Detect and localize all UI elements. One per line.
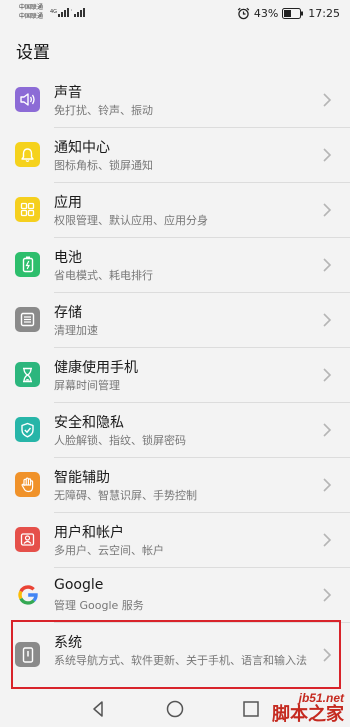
settings-item-subtitle: 多用户、云空间、帐户 (54, 544, 164, 557)
chevron-right-icon (323, 368, 332, 382)
page-title: 设置 (16, 43, 50, 63)
settings-item-digital-balance[interactable]: 健康使用手机 屏幕时间管理 (0, 348, 350, 403)
settings-item-title: 智能辅助 (54, 470, 110, 486)
hand-icon (15, 472, 40, 497)
status-bar: 中国联通 中国联通 4G ⁱ 43% 17:25 (0, 0, 350, 28)
chevron-right-icon (323, 478, 332, 492)
chevron-right-icon (323, 423, 332, 437)
phone-icon (15, 642, 40, 667)
settings-item-subtitle: 屏幕时间管理 (54, 379, 120, 392)
alarm-icon (237, 7, 250, 19)
settings-item-title: 应用 (54, 195, 82, 211)
settings-item-users[interactable]: 用户和帐户 多用户、云空间、帐户 (0, 513, 350, 568)
watermark: jb51.net 脚本之家 (272, 692, 344, 725)
speaker-icon (15, 87, 40, 112)
status-right: 43% 17:25 (237, 6, 340, 20)
settings-item-subtitle: 人脸解锁、指纹、锁屏密码 (54, 434, 186, 447)
recents-button[interactable] (241, 699, 261, 719)
settings-item-title: 用户和帐户 (54, 525, 124, 541)
google-icon (15, 582, 40, 607)
grid-icon (15, 197, 40, 222)
settings-item-subtitle: 无障碍、智慧识屏、手势控制 (54, 489, 197, 502)
settings-item-title: 健康使用手机 (54, 360, 138, 376)
settings-item-subtitle: 权限管理、默认应用、应用分身 (54, 214, 208, 227)
chevron-right-icon (323, 313, 332, 327)
settings-item-subtitle: 图标角标、锁屏通知 (54, 159, 153, 172)
settings-list: 声音 免打扰、铃声、振动 通知中心 图标角标、锁屏通知 应用 权限管理、默认应用… (0, 73, 350, 689)
svg-text:ⁱ: ⁱ (71, 9, 72, 15)
shield-icon (15, 417, 40, 442)
settings-item-subtitle: 系统导航方式、软件更新、关于手机、语言和输入法 (54, 654, 307, 667)
settings-item-title: 系统 (54, 635, 82, 651)
back-button[interactable] (89, 699, 109, 719)
settings-item-title: Google (54, 577, 104, 593)
chevron-right-icon (323, 648, 332, 662)
settings-item-title: 电池 (54, 250, 82, 266)
settings-item-apps[interactable]: 应用 权限管理、默认应用、应用分身 (0, 183, 350, 238)
chevron-right-icon (323, 148, 332, 162)
battery-status-icon (282, 7, 304, 19)
settings-item-battery[interactable]: 电池 省电模式、耗电排行 (0, 238, 350, 293)
settings-item-accessibility[interactable]: 智能辅助 无障碍、智慧识屏、手势控制 (0, 458, 350, 513)
battery-icon (15, 252, 40, 277)
settings-item-title: 通知中心 (54, 140, 110, 156)
carrier-labels: 中国联通 中国联通 (19, 3, 43, 21)
carrier-label-1: 中国联通 (19, 4, 44, 11)
settings-item-security[interactable]: 安全和隐私 人脸解锁、指纹、锁屏密码 (0, 403, 350, 458)
bell-icon (15, 142, 40, 167)
settings-item-subtitle: 管理 Google 服务 (54, 599, 144, 612)
settings-item-title: 声音 (54, 85, 82, 101)
settings-item-notifications[interactable]: 通知中心 图标角标、锁屏通知 (0, 128, 350, 183)
settings-item-google[interactable]: Google 管理 Google 服务 (0, 568, 350, 623)
settings-item-sound[interactable]: 声音 免打扰、铃声、振动 (0, 73, 350, 128)
storage-icon (15, 307, 40, 332)
chevron-right-icon (323, 533, 332, 547)
chevron-right-icon (323, 93, 332, 107)
signal-icon: 4G ⁱ (50, 8, 85, 17)
watermark-name: 脚本之家 (272, 704, 344, 725)
status-time: 17:25 (308, 6, 340, 20)
battery-percent: 43% (253, 6, 279, 20)
settings-item-system[interactable]: 系统 系统导航方式、软件更新、关于手机、语言和输入法 (0, 623, 350, 689)
settings-item-title: 安全和隐私 (54, 415, 124, 431)
home-button[interactable] (165, 699, 185, 719)
chevron-right-icon (323, 588, 332, 602)
settings-item-subtitle: 免打扰、铃声、振动 (54, 104, 153, 117)
svg-text:4G: 4G (50, 9, 57, 15)
chevron-right-icon (323, 258, 332, 272)
hourglass-icon (15, 362, 40, 387)
settings-item-title: 存储 (54, 305, 82, 321)
chevron-right-icon (323, 203, 332, 217)
user-icon (15, 527, 40, 552)
settings-item-subtitle: 省电模式、耗电排行 (54, 269, 153, 282)
carrier-label-2: 中国联通 (19, 13, 44, 20)
settings-item-storage[interactable]: 存储 清理加速 (0, 293, 350, 348)
settings-item-subtitle: 清理加速 (54, 324, 98, 337)
